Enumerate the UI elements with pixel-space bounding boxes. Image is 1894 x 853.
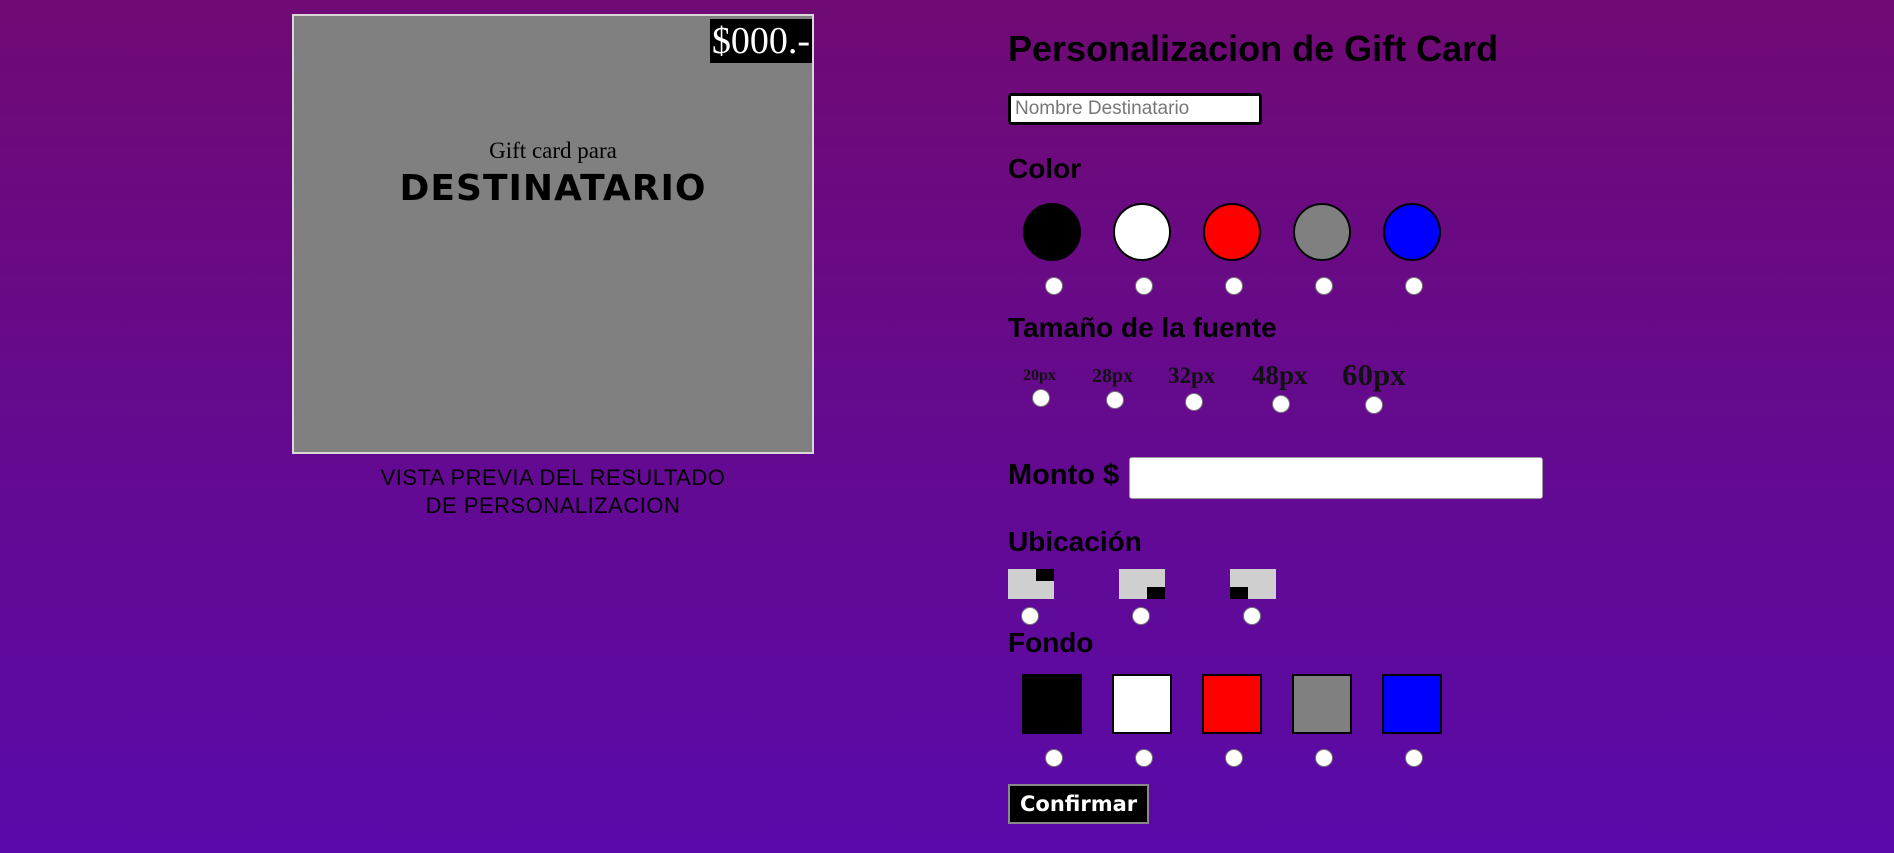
font-size-radio-20[interactable] — [1032, 389, 1050, 407]
background-radio-black[interactable] — [1045, 749, 1063, 767]
font-size-28: 28px — [1092, 365, 1134, 387]
background-label: Fondo — [1008, 627, 1094, 658]
page-title: Personalizacion de Gift Card — [1008, 28, 1499, 69]
preview-caption-line-2: DE PERSONALIZACION — [425, 493, 681, 518]
background-swatch-red — [1202, 674, 1262, 734]
location-label: Ubicación — [1008, 526, 1142, 557]
color-radio-red[interactable] — [1225, 277, 1243, 295]
font-size-radio-60[interactable] — [1365, 396, 1383, 414]
amount-label: Monto $ — [1008, 459, 1120, 491]
font-size-60: 60px — [1342, 357, 1406, 392]
background-swatch-white — [1112, 674, 1172, 734]
font-size-label: Tamaño de la fuente — [1008, 312, 1277, 343]
color-swatch-gray — [1293, 203, 1351, 261]
recipient-name-input[interactable] — [1008, 93, 1262, 125]
background-radio-white[interactable] — [1135, 749, 1153, 767]
background-swatch-blue — [1382, 674, 1442, 734]
location-radio-bottom-left[interactable] — [1243, 607, 1261, 625]
color-radio-black[interactable] — [1045, 277, 1063, 295]
font-size-radio-48[interactable] — [1272, 395, 1290, 413]
location-bottom-left-icon — [1230, 569, 1276, 599]
font-size-32: 32px — [1168, 363, 1216, 388]
confirm-button[interactable]: Confirmar — [1008, 784, 1150, 824]
amount-badge: $000.- — [709, 19, 812, 63]
gift-for-text: Gift card para — [489, 138, 617, 163]
location-bottom-right-icon — [1119, 569, 1165, 599]
location-radio-top-right[interactable] — [1021, 607, 1039, 625]
gift-card-preview: $000.- Gift card para DESTINATARIO — [292, 14, 814, 454]
color-radio-blue[interactable] — [1405, 277, 1423, 295]
amount-input[interactable] — [1129, 457, 1543, 499]
color-label: Color — [1008, 153, 1082, 184]
preview-caption: VISTA PREVIA DEL RESULTADO DE PERSONALIZ… — [292, 464, 814, 520]
color-swatch-black — [1023, 203, 1081, 261]
preview-caption-line-1: VISTA PREVIA DEL RESULTADO — [380, 465, 726, 490]
color-radio-white[interactable] — [1135, 277, 1153, 295]
color-swatch-red — [1203, 203, 1261, 261]
recipient-name: DESTINATARIO — [399, 168, 707, 209]
font-size-radio-32[interactable] — [1185, 393, 1203, 411]
location-radio-bottom-right[interactable] — [1132, 607, 1150, 625]
font-size-48: 48px — [1252, 360, 1308, 390]
background-swatch-black — [1022, 674, 1082, 734]
font-size-20: 20px — [1023, 367, 1056, 384]
location-top-right-icon — [1008, 569, 1054, 599]
background-swatch-gray — [1292, 674, 1352, 734]
color-radio-gray[interactable] — [1315, 277, 1333, 295]
background-radio-blue[interactable] — [1405, 749, 1423, 767]
color-swatch-blue — [1383, 203, 1441, 261]
font-size-radio-28[interactable] — [1106, 391, 1124, 409]
background-radio-gray[interactable] — [1315, 749, 1333, 767]
background-radio-red[interactable] — [1225, 749, 1243, 767]
color-swatch-white — [1113, 203, 1171, 261]
